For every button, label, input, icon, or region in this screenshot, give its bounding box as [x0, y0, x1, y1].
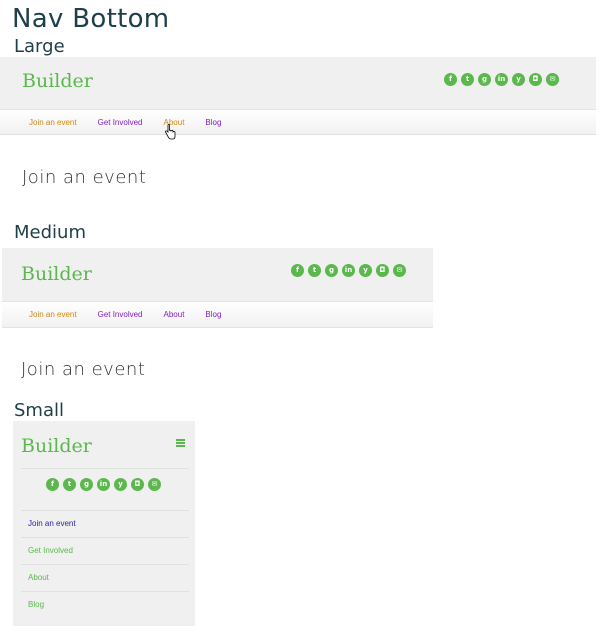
email-icon[interactable]: ✉	[148, 478, 161, 491]
section-label-medium: Medium	[14, 222, 86, 243]
divider	[21, 468, 189, 469]
nav-get-involved[interactable]: Get Involved	[98, 118, 143, 127]
medium-header: Builder f t g in y ◘ ✉	[2, 248, 433, 301]
large-nav: Join an event Get Involved About Blog	[0, 109, 596, 135]
linkedin-icon[interactable]: in	[342, 264, 355, 277]
email-icon[interactable]: ✉	[546, 73, 559, 86]
social-icons: f t g in y ◘ ✉	[291, 264, 406, 277]
facebook-icon[interactable]: f	[46, 478, 59, 491]
yelp-icon[interactable]: y	[359, 264, 372, 277]
nav-get-involved[interactable]: Get Involved	[98, 310, 143, 319]
nav-join-an-event[interactable]: Join an event	[29, 310, 77, 319]
twitter-icon[interactable]: t	[461, 73, 474, 86]
page-title: Nav Bottom	[12, 4, 170, 34]
medium-nav: Join an event Get Involved About Blog	[2, 301, 433, 328]
twitter-icon[interactable]: t	[63, 478, 76, 491]
social-icons: f t g in y ◘ ✉	[444, 73, 559, 86]
social-icons: f t g in y ◘ ✉	[46, 478, 161, 491]
nav-join-an-event[interactable]: Join an event	[29, 118, 77, 127]
google-plus-icon[interactable]: g	[325, 264, 338, 277]
mobile-nav-about[interactable]: About	[21, 564, 189, 591]
large-header: Builder f t g in y ◘ ✉	[0, 57, 596, 109]
twitter-icon[interactable]: t	[308, 264, 321, 277]
instagram-icon[interactable]: ◘	[376, 264, 389, 277]
hamburger-icon[interactable]	[176, 439, 185, 447]
email-icon[interactable]: ✉	[393, 264, 406, 277]
mobile-nav-get-involved[interactable]: Get Involved	[21, 537, 189, 564]
page-heading-medium: Join an event	[21, 359, 146, 380]
linkedin-icon[interactable]: in	[97, 478, 110, 491]
google-plus-icon[interactable]: g	[80, 478, 93, 491]
instagram-icon[interactable]: ◘	[529, 73, 542, 86]
mobile-nav-menu: Join an event Get Involved About Blog	[21, 510, 189, 618]
facebook-icon[interactable]: f	[291, 264, 304, 277]
section-label-small: Small	[14, 400, 64, 421]
facebook-icon[interactable]: f	[444, 73, 457, 86]
google-plus-icon[interactable]: g	[478, 73, 491, 86]
hand-cursor-icon	[165, 124, 176, 140]
mobile-nav-blog[interactable]: Blog	[21, 591, 189, 618]
section-label-large: Large	[14, 36, 65, 57]
yelp-icon[interactable]: y	[114, 478, 127, 491]
page-heading-large: Join an event	[22, 167, 147, 188]
instagram-icon[interactable]: ◘	[131, 478, 144, 491]
logo[interactable]: Builder	[21, 435, 92, 457]
nav-blog[interactable]: Blog	[205, 310, 221, 319]
logo[interactable]: Builder	[22, 70, 93, 92]
linkedin-icon[interactable]: in	[495, 73, 508, 86]
logo[interactable]: Builder	[21, 263, 92, 285]
mobile-nav-join-an-event[interactable]: Join an event	[21, 510, 189, 537]
nav-about[interactable]: About	[164, 310, 185, 319]
nav-blog[interactable]: Blog	[205, 118, 221, 127]
yelp-icon[interactable]: y	[512, 73, 525, 86]
